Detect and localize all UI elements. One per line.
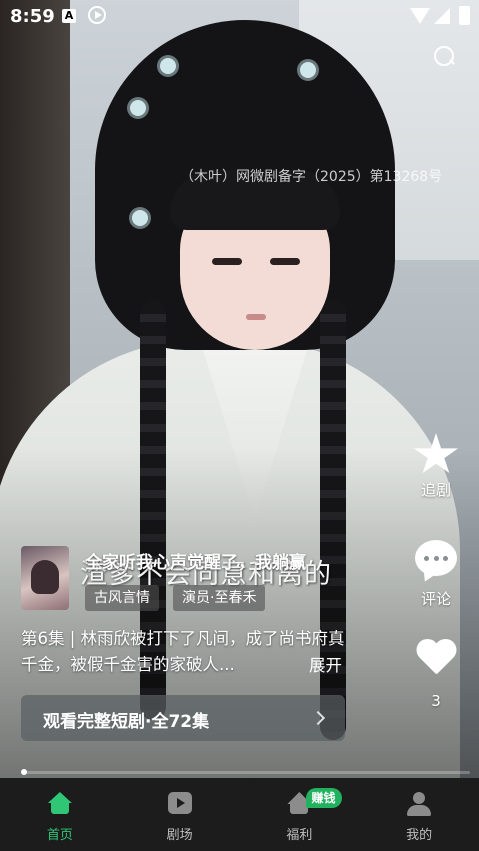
nav-label-welfare: 福利 (286, 828, 313, 843)
video-eye-left (212, 258, 242, 265)
genre-tag[interactable]: 古风言情 (85, 585, 159, 611)
drama-poster[interactable] (21, 546, 69, 610)
video-hair-flower (130, 100, 146, 116)
video-eye-right (270, 258, 300, 265)
drama-title[interactable]: 全家听我心声觉醒了，我躺赢 (85, 548, 306, 573)
home-icon (48, 792, 72, 814)
follow-button[interactable]: 追剧 (410, 433, 462, 500)
nav-label-profile: 我的 (406, 828, 433, 843)
video-hair-flower (300, 62, 316, 78)
video-lips (246, 314, 266, 320)
search-icon[interactable] (432, 44, 456, 68)
nav-item-welfare[interactable]: 赚钱 福利 (240, 778, 360, 851)
license-number: （木叶）网微剧备字（2025）第13268号 (180, 169, 443, 185)
cellular-signal-icon (434, 8, 450, 24)
heart-icon (415, 640, 457, 678)
chevron-right-icon (310, 710, 326, 726)
watch-full-drama-button[interactable]: 观看完整短剧·全72集 (21, 695, 345, 741)
follow-label: 追剧 (420, 481, 451, 499)
actor-tag[interactable]: 演员·至春禾 (173, 585, 266, 611)
status-time: 8:59 (10, 6, 55, 27)
nav-item-profile[interactable]: 我的 (359, 778, 479, 851)
video-hair-flower (132, 210, 148, 226)
video-hair-flower (160, 58, 176, 74)
bottom-navigation: 首页 剧场 赚钱 福利 我的 (0, 778, 479, 851)
nav-item-home[interactable]: 首页 (0, 778, 120, 851)
battery-icon (459, 6, 470, 25)
user-icon (407, 792, 432, 816)
earn-money-badge: 赚钱 (305, 788, 342, 808)
episode-description: 第6集 | 林雨欣被打下了凡间，成了尚书府真千金，被假千金害的家破人... (21, 629, 345, 674)
comment-label: 评论 (420, 590, 451, 608)
nav-label-home: 首页 (46, 828, 73, 843)
watch-full-drama-label: 观看完整短剧·全72集 (43, 712, 210, 732)
media-notification-icon (88, 6, 106, 24)
expand-link[interactable]: 展开 (309, 652, 342, 676)
video-feed-screen: 8:59 A （木叶）网微剧备字（2025）第13268号 渣爹不会同意和离的 … (0, 0, 479, 851)
video-progress-bar[interactable] (21, 769, 470, 775)
wifi-icon (410, 8, 430, 24)
nav-label-theater: 剧场 (166, 828, 193, 843)
star-icon (413, 433, 459, 474)
app-notification-icon: A (62, 9, 76, 23)
like-button[interactable]: 3 (410, 640, 462, 710)
like-count: 3 (431, 692, 441, 710)
nav-item-theater[interactable]: 剧场 (120, 778, 240, 851)
status-bar: 8:59 A (0, 0, 479, 34)
play-icon (167, 792, 192, 814)
comment-button[interactable]: 评论 (410, 536, 462, 609)
comment-icon (415, 540, 457, 576)
